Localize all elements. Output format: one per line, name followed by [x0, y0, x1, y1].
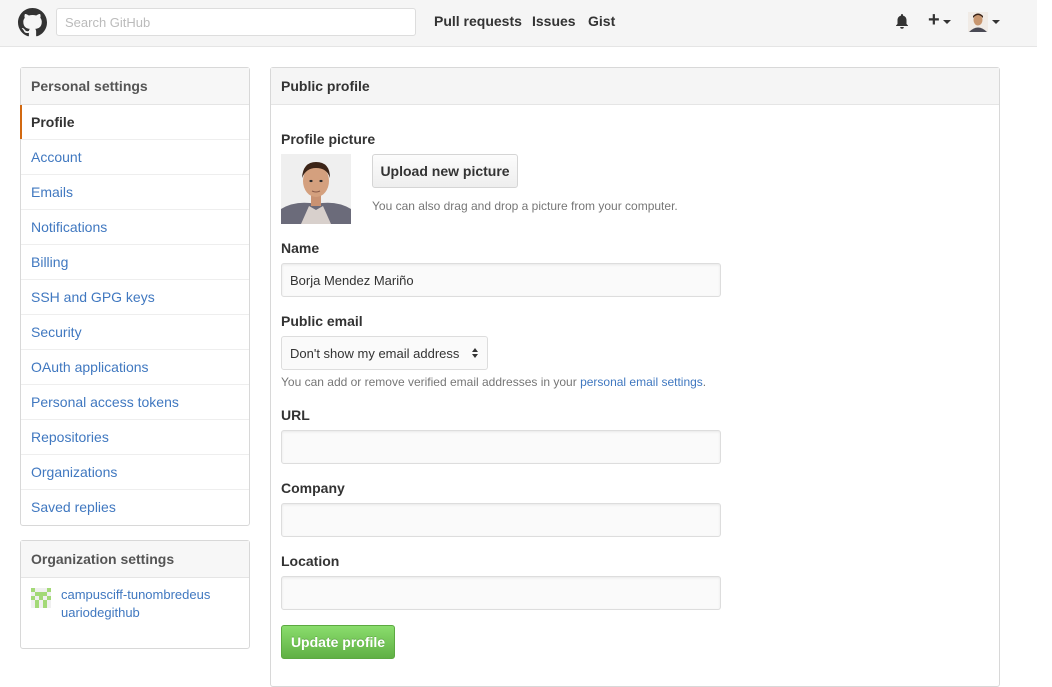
- org-item[interactable]: campusciff-tunombredeusuariodegithub: [21, 578, 249, 648]
- avatar-dropdown-caret-icon[interactable]: [992, 20, 1000, 24]
- upload-picture-button[interactable]: Upload new picture: [372, 154, 518, 188]
- search-input[interactable]: [56, 8, 416, 36]
- public-profile-panel: Public profile Profile picture Upload ne…: [270, 67, 1000, 687]
- nav-issues[interactable]: Issues: [532, 13, 576, 29]
- sidebar-item-account[interactable]: Account: [21, 140, 249, 175]
- sidebar-item-personal-access-tokens[interactable]: Personal access tokens: [21, 385, 249, 420]
- update-profile-button[interactable]: Update profile: [281, 625, 395, 659]
- organization-settings-menu: Organization settings campusciff-tunombr…: [20, 540, 250, 649]
- sidebar-item-ssh-gpg-keys[interactable]: SSH and GPG keys: [21, 280, 249, 315]
- github-logo-icon[interactable]: [18, 8, 47, 37]
- profile-picture-label: Profile picture: [281, 131, 376, 147]
- company-label: Company: [281, 480, 345, 496]
- plus-icon[interactable]: +: [928, 10, 940, 30]
- organization-settings-heading: Organization settings: [21, 541, 249, 578]
- nav-pull-requests[interactable]: Pull requests: [434, 13, 522, 29]
- select-arrows-icon: [472, 348, 478, 358]
- nav-gist[interactable]: Gist: [588, 13, 615, 29]
- email-note-period: .: [702, 375, 707, 389]
- email-note-text: You can add or remove verified email add…: [281, 375, 581, 389]
- org-identicon-icon: [31, 588, 51, 608]
- personal-settings-heading: Personal settings: [21, 68, 249, 105]
- bell-icon[interactable]: [894, 13, 910, 30]
- sidebar-item-profile[interactable]: Profile: [20, 105, 249, 140]
- top-header: Pull requests Issues Gist +: [0, 0, 1037, 47]
- sidebar-item-oauth-applications[interactable]: OAuth applications: [21, 350, 249, 385]
- personal-settings-menu: Personal settings Profile Account Emails…: [20, 67, 250, 526]
- panel-title: Public profile: [271, 68, 999, 105]
- sidebar-item-notifications[interactable]: Notifications: [21, 210, 249, 245]
- sidebar-item-billing[interactable]: Billing: [21, 245, 249, 280]
- location-label: Location: [281, 553, 340, 569]
- personal-email-settings-link[interactable]: personal email settings: [580, 375, 703, 389]
- url-field[interactable]: [281, 430, 721, 464]
- plus-dropdown-caret-icon[interactable]: [943, 20, 951, 24]
- profile-picture: [281, 154, 351, 224]
- public-email-selected-value: Don't show my email address: [290, 345, 460, 361]
- public-email-label: Public email: [281, 313, 363, 329]
- location-field[interactable]: [281, 576, 721, 610]
- user-avatar-icon[interactable]: [968, 12, 988, 32]
- name-field[interactable]: [281, 263, 721, 297]
- sidebar-item-organizations[interactable]: Organizations: [21, 455, 249, 490]
- sidebar-item-security[interactable]: Security: [21, 315, 249, 350]
- company-field[interactable]: [281, 503, 721, 537]
- sidebar-item-saved-replies[interactable]: Saved replies: [21, 490, 249, 525]
- sidebar-item-emails[interactable]: Emails: [21, 175, 249, 210]
- drag-drop-note: You can also drag and drop a picture fro…: [372, 199, 678, 213]
- url-label: URL: [281, 407, 310, 423]
- public-email-select[interactable]: Don't show my email address: [281, 336, 488, 370]
- org-name[interactable]: campusciff-tunombredeusuariodegithub: [61, 586, 211, 640]
- sidebar-item-repositories[interactable]: Repositories: [21, 420, 249, 455]
- name-label: Name: [281, 240, 320, 256]
- email-settings-note: You can add or remove verified email add…: [281, 375, 706, 389]
